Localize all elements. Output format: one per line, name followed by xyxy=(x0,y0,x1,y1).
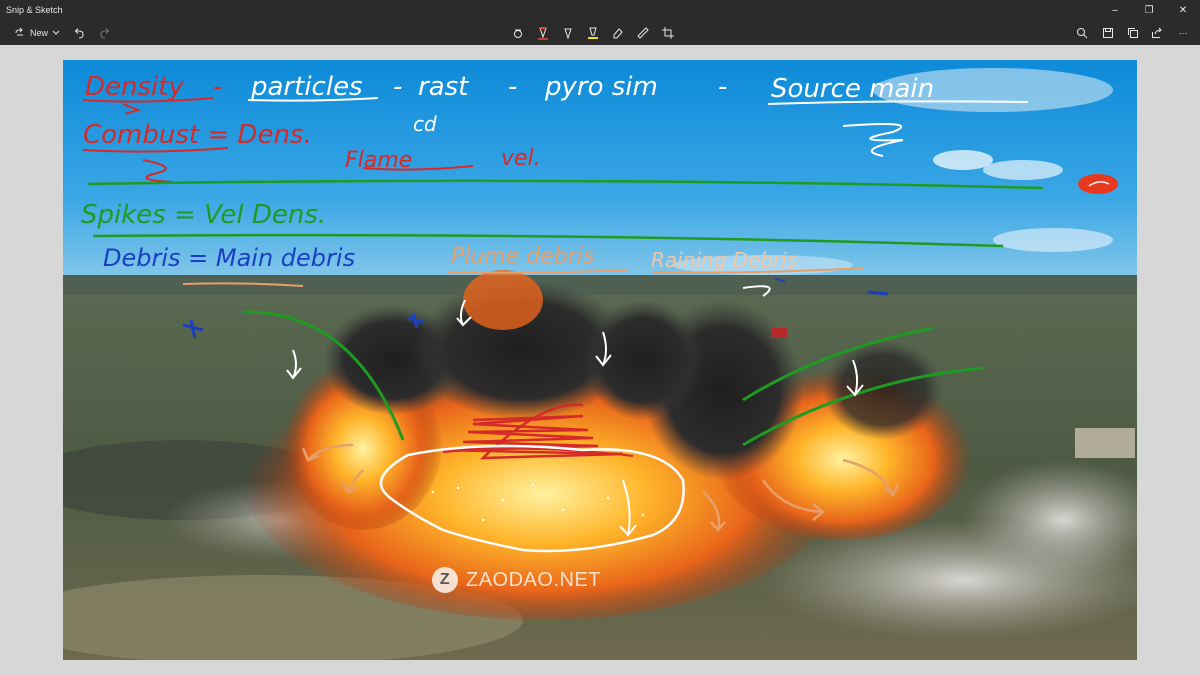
maximize-button[interactable]: ❐ xyxy=(1132,0,1166,20)
ink-dash-1: - xyxy=(213,72,223,102)
redo-button[interactable] xyxy=(96,20,114,45)
touch-writing-icon xyxy=(514,29,522,38)
copy-button[interactable] xyxy=(1124,20,1142,45)
ink-dash-2: - xyxy=(393,72,403,102)
ink-source-main: Source main xyxy=(771,74,935,104)
ink-density: Density xyxy=(85,72,184,102)
highlighter-icon xyxy=(588,27,598,39)
pencil-icon xyxy=(564,28,572,39)
ruler-button[interactable] xyxy=(634,20,652,45)
copy-icon xyxy=(1128,27,1138,38)
save-icon xyxy=(1103,27,1113,38)
eraser-button[interactable] xyxy=(609,20,627,45)
ink-raining-debris: Raining Debris xyxy=(651,248,798,272)
share-icon xyxy=(1152,27,1162,38)
watermark: Z ZAODAO.NET xyxy=(432,566,601,594)
ink-pyro-sim: pyro sim xyxy=(545,72,658,102)
watermark-text: ZAODAO.NET xyxy=(466,568,602,591)
zoom-icon xyxy=(1077,27,1088,38)
ink-rast: rast xyxy=(418,72,469,102)
touch-writing-button[interactable] xyxy=(509,20,527,45)
ink-combust: Combust = Dens. xyxy=(83,120,312,150)
highlighter-button[interactable] xyxy=(584,20,602,45)
new-button[interactable]: New xyxy=(6,20,56,45)
close-button[interactable]: ✕ xyxy=(1166,0,1200,20)
new-dropdown-button[interactable] xyxy=(50,20,62,45)
ballpoint-pen-icon xyxy=(538,26,548,40)
crop-button[interactable] xyxy=(659,20,677,45)
see-more-button[interactable]: ··· xyxy=(1174,20,1192,45)
save-button[interactable] xyxy=(1099,20,1117,45)
new-snip-icon xyxy=(15,27,23,35)
ruler-icon xyxy=(637,26,649,39)
pencil-button[interactable] xyxy=(559,20,577,45)
zoom-button[interactable] xyxy=(1073,20,1091,45)
ink-cd: cd xyxy=(413,112,437,136)
ink-particles: particles xyxy=(251,72,363,102)
redo-icon xyxy=(100,27,110,38)
ballpoint-pen-button[interactable] xyxy=(534,20,552,45)
toolbar: New ··· xyxy=(0,20,1200,45)
title-bar: Snip & Sketch – ❐ ✕ xyxy=(0,0,1200,20)
eraser-icon xyxy=(613,27,623,38)
crop-icon xyxy=(662,26,674,39)
ink-dash-4: - xyxy=(718,72,728,102)
new-label: New xyxy=(29,27,48,38)
undo-icon xyxy=(74,27,84,38)
app-title: Snip & Sketch xyxy=(6,5,63,15)
ink-plume-debris: Plume debris xyxy=(451,244,595,269)
ink-flame: Flame xyxy=(345,148,413,173)
ink-vel: vel. xyxy=(501,146,541,171)
ink-spikes: Spikes = Vel Dens. xyxy=(81,200,327,230)
undo-button[interactable] xyxy=(70,20,88,45)
ink-dash-3: - xyxy=(508,72,518,102)
minimize-button[interactable]: – xyxy=(1098,0,1132,20)
ink-debris: Debris = Main debris xyxy=(103,244,356,272)
watermark-logo-icon: Z xyxy=(432,567,458,593)
share-button[interactable] xyxy=(1148,20,1166,45)
chevron-down-icon xyxy=(52,30,60,35)
